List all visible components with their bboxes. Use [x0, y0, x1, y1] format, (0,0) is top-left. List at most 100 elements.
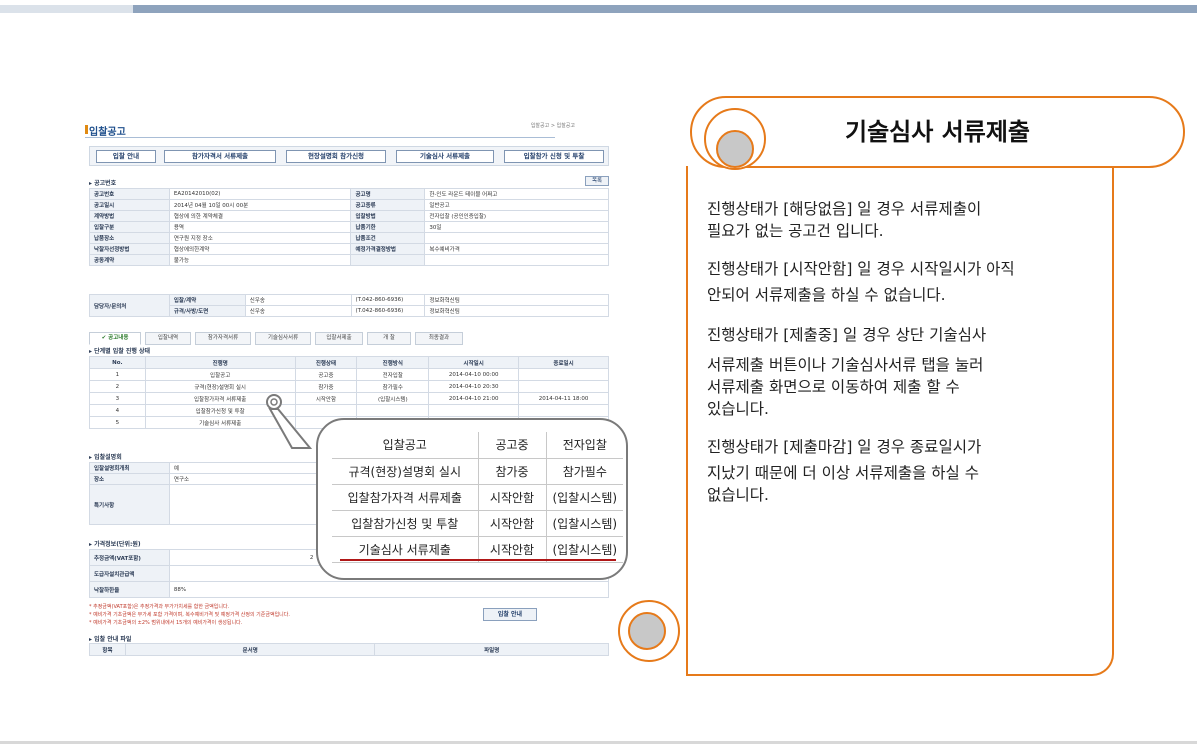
bid-apply-button[interactable]: 입찰참가 신청 및 투찰 — [504, 150, 604, 163]
stage-row: 3 입찰참가자격 서류제출 시작안함 (입찰시스템) 2014-04-10 21:00 2… — [89, 392, 609, 405]
tab-qualification-docs[interactable]: 참가자격서류 — [195, 332, 251, 345]
top-accent-bar-light — [0, 5, 133, 13]
stage-cell: 5 — [89, 416, 146, 429]
tab-bid-details[interactable]: 입찰내역 — [145, 332, 191, 345]
status-desc-closed: 진행상태가 [제출마감] 일 경우 종료일시가 지났기 때문에 더 이상 서류제… — [707, 436, 981, 506]
stage-section-label: 단계별 입찰 진행 상태 — [94, 348, 151, 355]
qualification-submit-button[interactable]: 참가자격서 서류제출 — [164, 150, 276, 163]
desc-line: 지났기 때문에 더 이상 서류제출을 하실 수 — [707, 464, 979, 482]
info-value: 연구원 지정 장소 — [168, 232, 352, 244]
stage-header: 진행명 — [144, 356, 296, 369]
info-value — [424, 254, 609, 266]
file-header: 항목 — [89, 643, 126, 656]
tech-review-submit-button[interactable]: 기술심사 서류제출 — [396, 150, 494, 163]
price-key: 낙찰하한율 — [89, 581, 170, 598]
contact-phone: (T.042-860-6936) — [350, 294, 426, 306]
info-key — [350, 254, 426, 266]
desc-line: 진행상태가 [제출중] 일 경우 상단 기술심사 — [707, 326, 987, 344]
info-value: 복수예비가격 — [424, 243, 609, 255]
stage-row: 1 입찰공고 공고중 전자입찰 2014-04-10 00:00 — [89, 368, 609, 381]
price-key: 도급자설치관급액 — [89, 565, 170, 582]
contact-role: 규격/사방/도면 — [168, 305, 246, 317]
desc-line: 없습니다. — [707, 486, 769, 504]
info-key: 공동계약 — [89, 254, 170, 266]
file-section-title: ▸ 입찰 안내 파일 — [89, 636, 132, 643]
info-row: 공고일시 2014년 04월 10일 00시 00분 공고종류 일반공고 — [89, 199, 609, 211]
scroll-callout-body — [686, 166, 1114, 676]
contact-name: 신우송 — [244, 305, 352, 317]
magnified-cell: (입찰시스템) — [545, 484, 624, 511]
scroll-roll-top-icon — [704, 108, 766, 170]
stage-header: 진행방식 — [356, 356, 430, 369]
magnified-stage-table: 입찰공고 공고중 전자입찰 규격(현장)설명회 실시 참가중 참가필수 입찰참가자격 서류제… — [332, 432, 624, 563]
tab-notice-content[interactable]: ✔ 공고내용 — [89, 332, 141, 345]
price-section-title: ▸ 가격정보(단위:원) — [89, 541, 141, 548]
info-value: EA20142010(02) — [168, 188, 352, 200]
contact-dept: 정보화혁신팀 — [424, 305, 609, 317]
info-key: 입찰방법 — [350, 210, 426, 222]
info-key: 계약방법 — [89, 210, 170, 222]
contact-label: 담당자/문의처 — [89, 294, 170, 317]
status-desc-not-started: 진행상태가 [시작안함] 일 경우 시작일시가 아직 안되어 서류제출을 하실 … — [707, 258, 1015, 306]
price-key: 추정금액(VAT포함) — [89, 549, 170, 566]
desc-line: 서류제출 화면으로 이동하여 제출 할 수 — [707, 378, 960, 396]
stage-header: 종료일시 — [518, 356, 609, 369]
stage-cell: 입찰공고 — [144, 368, 296, 381]
info-value — [424, 232, 609, 244]
bid-guide-button[interactable]: 입찰 안내 — [96, 150, 156, 163]
magnified-row: 입찰공고 공고중 전자입찰 — [332, 432, 624, 459]
status-desc-not-applicable: 진행상태가 [해당없음] 일 경우 서류제출이 필요가 없는 공고건 입니다. — [707, 198, 981, 242]
info-key: 납품장소 — [89, 232, 170, 244]
top-accent-bar — [133, 5, 1197, 13]
page-title: 입찰공고 — [89, 127, 126, 138]
tab-tech-review-docs[interactable]: 기술심사서류 — [255, 332, 311, 345]
desc-line: 있습니다. — [707, 400, 769, 418]
desc-line: 안되어 서류제출을 하실 수 없습니다. — [707, 286, 946, 304]
info-row: 낙찰자선정방법 협상에의한계약 예정가격결정방법 복수예비가격 — [89, 243, 609, 255]
briefing-section-title: ▸ 입찰설명회 — [89, 454, 122, 461]
magnified-row: 규격(현장)설명회 실시 참가중 참가필수 — [332, 458, 624, 485]
info-row: 공동계약 불가능 — [89, 254, 609, 266]
title-marker — [85, 125, 88, 134]
desc-line: 진행상태가 [시작안함] 일 경우 시작일시가 아직 — [707, 260, 1015, 278]
price-value: 88% — [168, 581, 610, 598]
info-key: 공고종류 — [350, 199, 426, 211]
info-key: 납품기한 — [350, 221, 426, 233]
highlight-underline — [340, 559, 616, 561]
contact-phone: (T.042-860-6936) — [350, 305, 426, 317]
notice-section-title: ▸ 공고번호 — [89, 180, 117, 187]
price-note: * 예비가격 기초금액은 부가세 포함 가격이며, 복수예비가격 및 예정가격 … — [89, 612, 290, 618]
tab-bid-opening[interactable]: 개 찰 — [367, 332, 411, 345]
price-section-label: 가격정보(단위:원) — [94, 541, 141, 548]
list-button[interactable]: 목록 — [585, 176, 609, 186]
tab-final-result[interactable]: 최종결과 — [415, 332, 463, 345]
stage-cell: 참가필수 — [356, 380, 430, 393]
info-key: 낙찰자선정방법 — [89, 243, 170, 255]
magnified-stage-callout: 입찰공고 공고중 전자입찰 규격(현장)설명회 실시 참가중 참가필수 입찰참가자격 서류제… — [316, 418, 628, 580]
stage-cell: (입찰시스템) — [356, 392, 430, 405]
stage-cell: 3 — [89, 392, 146, 405]
bottom-divider — [0, 741, 1197, 744]
stage-section-title: ▸ 단계별 입찰 진행 상태 — [89, 348, 151, 355]
magnified-cell: 입찰참가자격 서류제출 — [332, 484, 478, 511]
stage-header-row: No. 진행명 진행상태 진행방식 시작일시 종료일시 — [89, 356, 609, 369]
action-nav: 입찰 안내 참가자격서 서류제출 현장설명회 참가신청 기술심사 서류제출 입찰… — [89, 146, 609, 166]
info-value: 전자입찰 (공인인증입찰) — [424, 210, 609, 222]
stage-row: 4 입찰참가신청 및 투찰 — [89, 404, 609, 417]
stage-cell: 2014-04-10 20:30 — [428, 380, 520, 393]
breadcrumb: 입찰공고 > 입찰공고 — [530, 123, 575, 129]
stage-header: 시작일시 — [428, 356, 520, 369]
magnified-row: 입찰참가신청 및 투찰 시작안함 (입찰시스템) — [332, 510, 624, 537]
info-value: 협상에 의한 계약체결 — [168, 210, 352, 222]
guide-button[interactable]: 입찰 안내 — [483, 608, 537, 621]
notice-info-table: 공고번호 EA20142010(02) 공고명 한-인도 라운드 테이블 어쩌고 공고일… — [89, 188, 609, 266]
magnified-cell: 입찰참가신청 및 투찰 — [332, 510, 478, 537]
scroll-roll-bottom-icon — [618, 600, 680, 662]
contact-role: 입찰/계약 — [168, 294, 246, 306]
magnified-cell: 시작안함 — [477, 484, 546, 511]
scroll-roll-top-inner — [716, 130, 754, 168]
magnified-cell: 시작안함 — [477, 510, 546, 537]
site-briefing-apply-button[interactable]: 현장설명회 참가신청 — [286, 150, 386, 163]
tab-bid-submission[interactable]: 입찰서제출 — [315, 332, 363, 345]
magnified-cell: 전자입찰 — [545, 432, 624, 459]
